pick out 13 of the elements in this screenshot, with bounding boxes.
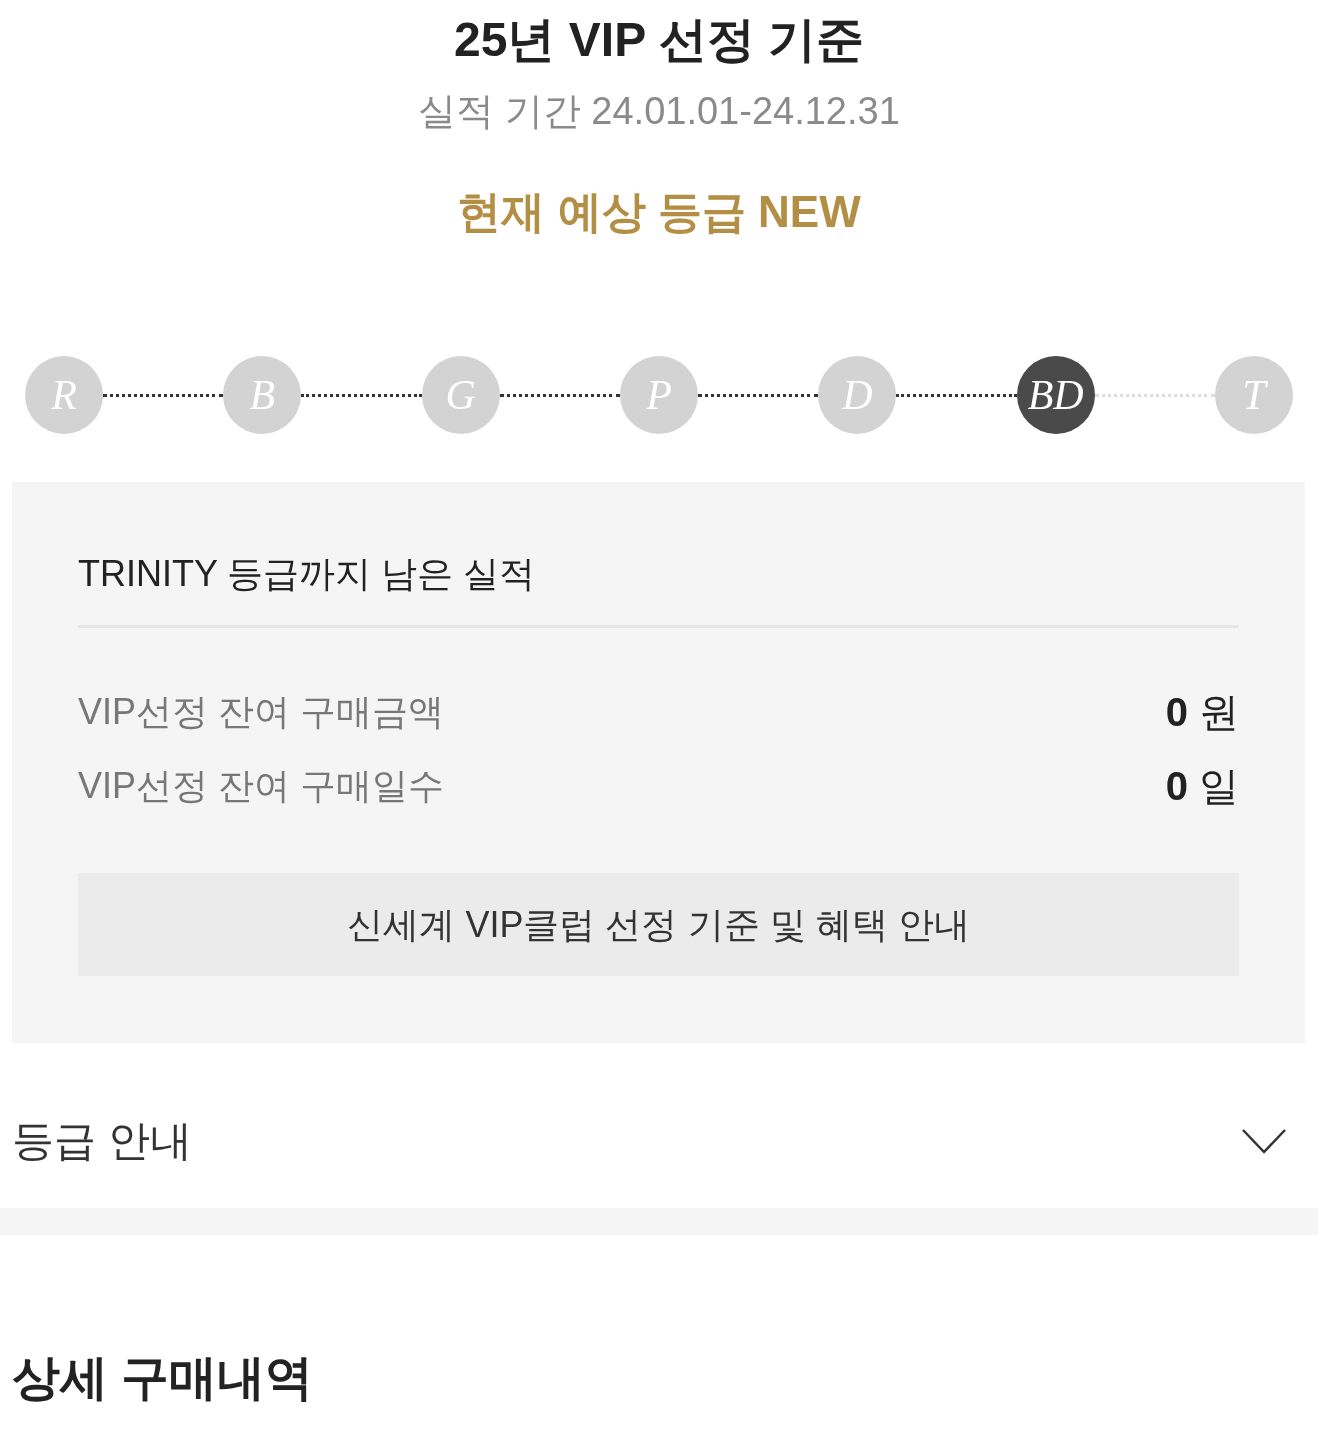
expected-grade: 현재 예상 등급 NEW: [457, 186, 861, 238]
card-title: TRINITY 등급까지 남은 실적: [78, 552, 536, 595]
vip-benefits-button[interactable]: 신세계 VIP클럽 선정 기준 및 혜택 안내: [78, 873, 1239, 976]
row-label: VIP선정 잔여 구매일수: [78, 764, 445, 807]
row-label: VIP선정 잔여 구매금액: [78, 690, 445, 733]
chevron-down-icon[interactable]: [1241, 1128, 1287, 1154]
section-title: 상세 구매내역: [12, 1350, 314, 1406]
page-title: 25년 VIP 선정 기준: [454, 12, 864, 68]
row-value: 0 일: [1165, 762, 1239, 810]
grade-guide-toggle[interactable]: 등급 안내: [12, 1116, 192, 1166]
row-value: 0 원: [1165, 688, 1239, 736]
performance-period: 실적 기간 24.01.01-24.12.31: [418, 89, 900, 134]
grade-badge: BD: [1016, 356, 1095, 434]
